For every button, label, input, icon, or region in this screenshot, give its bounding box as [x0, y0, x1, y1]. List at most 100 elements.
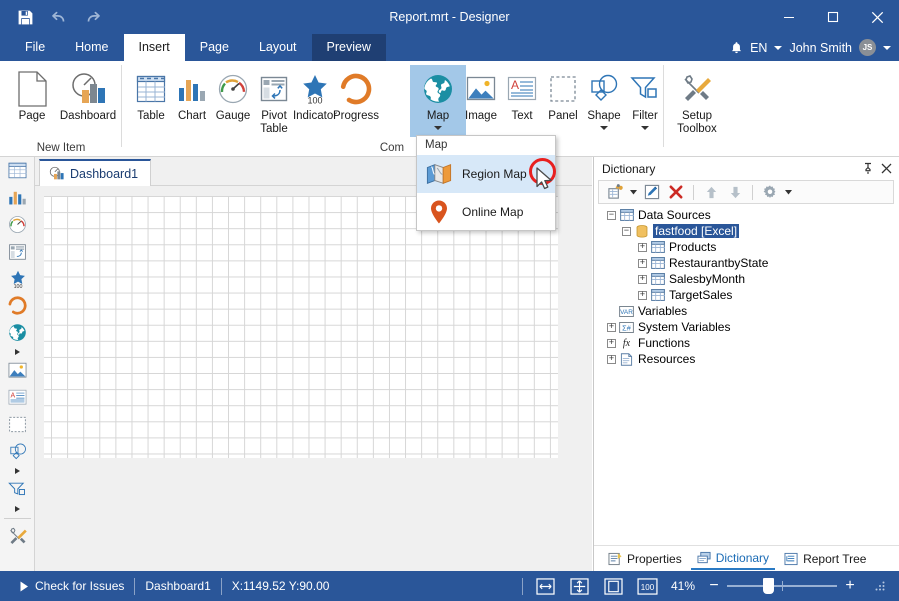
tree-node-fastfood[interactable]: − fastfood [Excel]	[598, 223, 896, 239]
arrow-down-icon[interactable]	[724, 182, 746, 202]
new-item-chevron-down-icon[interactable]	[628, 182, 639, 202]
gear-chevron-down-icon[interactable]	[783, 182, 794, 202]
minimize-button[interactable]	[767, 0, 811, 34]
toolbox-item-filter[interactable]	[0, 476, 35, 503]
ribbon-item-label: Text	[511, 110, 532, 123]
tree-node-targetsales[interactable]: + TargetSales	[598, 287, 896, 303]
edit-pencil-icon[interactable]	[641, 182, 663, 202]
expand-toggle-icon[interactable]: +	[607, 355, 616, 364]
tab-page[interactable]: Page	[185, 34, 244, 61]
check-for-issues-button[interactable]: Check for Issues	[10, 571, 134, 601]
system-variables-icon: Σ#	[619, 321, 634, 334]
multi-page-icon[interactable]	[603, 577, 625, 595]
toolbox-item-progress[interactable]	[0, 292, 35, 319]
zoom-slider-track[interactable]	[727, 585, 837, 587]
ribbon-item-label: Map	[427, 110, 449, 123]
toolbox-item-chart[interactable]	[0, 184, 35, 211]
toolbox-map-expand-arrow-icon[interactable]	[0, 346, 35, 357]
toolbox-item-panel[interactable]	[0, 411, 35, 438]
tree-node-system-variables[interactable]: + Σ# System Variables	[598, 319, 896, 335]
toolbox-item-map[interactable]	[0, 319, 35, 346]
expand-toggle-icon[interactable]: +	[607, 339, 616, 348]
ribbon-item-dashboard[interactable]: Dashboard	[60, 65, 116, 137]
toolbox-item-table[interactable]	[0, 157, 35, 184]
toolbox-item-setup-toolbox[interactable]	[0, 523, 35, 550]
tree-node-functions[interactable]: + fx Functions	[598, 335, 896, 351]
panel-icon	[549, 69, 577, 109]
collapse-toggle-icon[interactable]: −	[622, 227, 631, 236]
toolbox-item-gauge[interactable]	[0, 211, 35, 238]
tree-node-restaurantbystate[interactable]: + RestaurantbyState	[598, 255, 896, 271]
tab-home[interactable]: Home	[60, 34, 123, 61]
expand-toggle-icon[interactable]: +	[638, 243, 647, 252]
image-icon	[466, 69, 496, 109]
arrow-up-icon[interactable]	[700, 182, 722, 202]
map-globe-icon	[422, 69, 454, 109]
toolbox-item-indicator[interactable]: 100	[0, 265, 35, 292]
account-chevron-down-icon[interactable]	[883, 46, 891, 50]
ribbon-item-progress[interactable]: Progress	[328, 65, 384, 137]
notification-bell-icon[interactable]	[730, 41, 743, 55]
close-button[interactable]	[855, 0, 899, 34]
dictionary-tree: − Data Sources − fastfood [Excel] +	[598, 207, 896, 537]
tree-node-data-sources[interactable]: − Data Sources	[598, 207, 896, 223]
tab-preview[interactable]: Preview	[312, 34, 386, 61]
expand-toggle-icon[interactable]: +	[638, 275, 647, 284]
zoom-100-icon[interactable]: 100	[637, 577, 659, 595]
new-item-icon[interactable]	[604, 182, 626, 202]
pin-icon[interactable]	[859, 160, 877, 178]
report-page-canvas[interactable]	[44, 196, 558, 458]
chevron-down-icon[interactable]	[434, 126, 442, 130]
delete-x-icon[interactable]	[665, 182, 687, 202]
resize-grip-icon[interactable]	[869, 577, 891, 595]
tree-node-label: Products	[669, 240, 716, 254]
user-name[interactable]: John Smith	[789, 41, 852, 55]
language-label[interactable]: EN	[750, 41, 767, 55]
expand-toggle-icon[interactable]: +	[607, 323, 616, 332]
toolbox-item-pivot-table[interactable]	[0, 238, 35, 265]
tab-layout[interactable]: Layout	[244, 34, 312, 61]
tab-file[interactable]: File	[10, 34, 60, 61]
panel-tab-report-tree[interactable]: Report Tree	[778, 548, 872, 570]
canvas-area[interactable]	[35, 186, 592, 571]
toolbox-item-text[interactable]: A	[0, 384, 35, 411]
current-page-name[interactable]: Dashboard1	[135, 571, 220, 601]
zoom-slider[interactable]: − +	[707, 579, 857, 593]
tree-node-variables[interactable]: VAR Variables	[598, 303, 896, 319]
check-for-issues-label: Check for Issues	[35, 579, 124, 593]
avatar[interactable]: JS	[859, 39, 876, 56]
ribbon-item-page[interactable]: Page	[4, 65, 60, 137]
tab-insert[interactable]: Insert	[124, 34, 185, 61]
gear-icon[interactable]	[759, 182, 781, 202]
ribbon-item-label: Image	[465, 110, 497, 123]
expand-toggle-icon[interactable]: +	[638, 291, 647, 300]
menu-item-region-map[interactable]: Region Map	[417, 155, 555, 193]
ribbon-item-setup-toolbox[interactable]: Setup Toolbox	[669, 65, 725, 137]
tree-node-products[interactable]: + Products	[598, 239, 896, 255]
tree-node-resources[interactable]: + Resources	[598, 351, 896, 367]
toolbox-item-image[interactable]	[0, 357, 35, 384]
close-icon[interactable]	[877, 160, 895, 178]
ribbon-item-filter[interactable]: Filter	[617, 65, 673, 137]
panel-tab-dictionary[interactable]: Dictionary	[691, 548, 775, 570]
toolbox-shape-expand-arrow-icon[interactable]	[0, 465, 35, 476]
zoom-in-button[interactable]: +	[843, 579, 857, 593]
expand-toggle-icon[interactable]: +	[638, 259, 647, 268]
chevron-down-icon[interactable]	[600, 126, 608, 130]
panel-tab-properties[interactable]: Properties	[602, 548, 688, 570]
toolbox-filter-expand-arrow-icon[interactable]	[0, 503, 35, 514]
continuous-icon[interactable]	[569, 577, 591, 595]
menu-item-online-map[interactable]: Online Map	[417, 193, 555, 231]
single-page-icon[interactable]	[535, 577, 557, 595]
tree-node-salesbymonth[interactable]: + SalesbyMonth	[598, 271, 896, 287]
zoom-out-button[interactable]: −	[707, 579, 721, 593]
collapse-toggle-icon[interactable]: −	[607, 211, 616, 220]
maximize-button[interactable]	[811, 0, 855, 34]
table-small-icon	[650, 257, 665, 270]
document-tab-dashboard1[interactable]: Dashboard1	[39, 159, 151, 186]
zoom-slider-thumb[interactable]	[763, 578, 774, 594]
chevron-down-icon[interactable]	[641, 126, 649, 130]
toolbox-item-shape[interactable]	[0, 438, 35, 465]
chevron-down-icon[interactable]	[774, 46, 782, 50]
indicator-icon: 100	[298, 69, 332, 109]
